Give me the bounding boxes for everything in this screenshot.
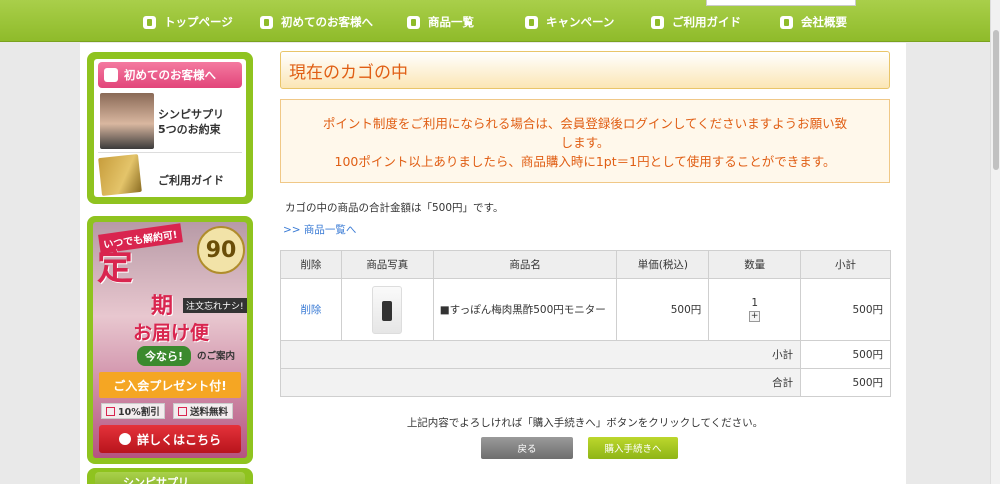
guide-link[interactable]: ご利用ガイド (158, 172, 224, 188)
leaf-icon (104, 68, 118, 82)
product-photo-cell (340, 278, 434, 341)
plus-icon[interactable]: + (749, 311, 761, 322)
points-notice: ポイント制度をご利用になられる場合は、会員登録後ログインしてくださいますようお願… (280, 99, 890, 183)
nav-item-first-visit[interactable]: 初めてのお客様へ (260, 13, 373, 31)
sidebar-bottom-box: シンピサプリ (87, 468, 253, 484)
list-icon (407, 15, 420, 29)
nav-label: 会社概要 (801, 15, 847, 29)
unit-price: 500円 (616, 278, 710, 341)
otodoke-text: お届け便 (133, 322, 210, 344)
notice-line: ポイント制度をご利用になられる場合は、会員登録後ログインしてくださいますようお願… (322, 116, 848, 131)
promise-link[interactable]: シンピサプリ 5つのお約束 (158, 107, 224, 137)
checkout-button[interactable]: 購入手続きへ (588, 437, 678, 459)
subtotal-row: 小計 500円 (279, 340, 891, 369)
product-thumbnail[interactable] (372, 285, 403, 334)
back-to-list-link[interactable]: >> 商品一覧へ (283, 222, 356, 237)
header-qty: 数量 (708, 250, 802, 279)
banner-big-title-2: 期 (151, 294, 174, 319)
cart-total-message: カゴの中の商品の合計金額は「500円」です。 (285, 202, 504, 214)
first-visit-banner[interactable]: 初めてのお客様へ (98, 62, 242, 88)
details-label: 詳しくはこちら (136, 432, 221, 447)
present-label: ご入会プレゼント付! (99, 372, 241, 398)
vertical-scrollbar[interactable] (990, 0, 1000, 484)
staff-photo (100, 93, 154, 149)
check-icon (106, 406, 115, 416)
bottom-banner-label: シンピサプリ (123, 476, 189, 484)
nav-label: 商品一覧 (428, 15, 474, 29)
subscription-banner[interactable]: いつでも解約可! 90 定 期 注文忘れナシ! お届け便 今なら! のご案内 ご… (93, 222, 247, 458)
subscription-banner-box: いつでも解約可! 90 定 期 注文忘れナシ! お届け便 今なら! のご案内 ご… (87, 216, 253, 464)
header-subtotal: 小計 (800, 250, 891, 279)
nav-item-top-page[interactable]: トップページ (143, 13, 233, 31)
subtotal-value: 500円 (800, 340, 891, 369)
notice-line: します。 (560, 135, 610, 150)
scrollbar-thumb[interactable] (993, 30, 999, 170)
promise-line2: 5つのお約束 (158, 123, 221, 136)
no-forget-tag: 注文忘れナシ! (183, 298, 247, 313)
banner-big-title: 定 (97, 247, 134, 288)
guide-icon (651, 15, 664, 29)
building-icon (780, 15, 793, 29)
subtotal-label: 小計 (279, 340, 802, 369)
perk-label: 送料無料 (190, 407, 229, 418)
nav-item-products[interactable]: 商品一覧 (407, 13, 474, 31)
annai-text: のご案内 (197, 351, 236, 362)
leaf-icon (260, 15, 273, 29)
product-name: ■すっぽん梅肉黒酢500円モニター (432, 278, 618, 341)
nav-label: ご利用ガイド (672, 15, 741, 29)
imanara-tag: 今なら! (137, 346, 192, 366)
nav-label: トップページ (164, 15, 233, 29)
details-button[interactable]: 詳しくはこちら (99, 425, 241, 453)
nav-label: 初めてのお客様へ (281, 15, 373, 29)
table-row: 削除 ■すっぽん梅肉黒酢500円モニター 500円 1 + 500円 (280, 278, 891, 341)
total-value: 500円 (800, 368, 891, 397)
first-visit-label: 初めてのお客様へ (124, 68, 216, 82)
total-row: 合計 500円 (279, 368, 891, 397)
perk-label: 10%割引 (118, 407, 160, 418)
delete-link[interactable]: 削除 (280, 278, 342, 341)
cart-table: 削除 商品写真 商品名 単価(税込) 数量 小計 削除 ■すっぽん梅肉黒酢500… (279, 250, 891, 397)
star-icon (525, 15, 538, 29)
rate-badge: 90 (197, 226, 245, 274)
divider (98, 152, 242, 153)
check-icon (178, 406, 187, 416)
quantity-value: 1 (751, 297, 759, 309)
quantity-cell: 1 + (708, 278, 802, 341)
header-photo: 商品写真 (340, 250, 434, 279)
nav-item-guide[interactable]: ご利用ガイド (651, 13, 741, 31)
header-price: 単価(税込) (616, 250, 710, 279)
perk-free-shipping: 送料無料 (173, 403, 234, 419)
promise-line1: シンピサプリ (158, 108, 224, 121)
total-label: 合計 (279, 368, 802, 397)
nav-item-campaign[interactable]: キャンペーン (525, 13, 614, 31)
back-button[interactable]: 戻る (481, 437, 573, 459)
row-subtotal: 500円 (800, 278, 891, 341)
nav-label: キャンペーン (546, 15, 615, 29)
home-icon (143, 15, 156, 29)
confirm-message: 上記内容でよろしければ「購入手続きへ」ボタンをクリックしてください。 (406, 417, 764, 429)
top-navigation: トップページ 初めてのお客様へ 商品一覧 キャンペーン ご利用ガイド 会社概要 (0, 0, 990, 42)
arrow-right-icon (118, 433, 131, 445)
page-title: 現在のカゴの中 (280, 51, 890, 89)
header-delete: 削除 (280, 250, 342, 279)
header-name: 商品名 (432, 250, 618, 279)
rate-value: 90 (205, 237, 237, 263)
perk-discount: 10%割引 (101, 403, 165, 419)
notice-line: 100ポイント以上ありましたら、商品購入時に1pt＝1円として使用することができ… (334, 154, 836, 169)
sidebar-info-box: 初めてのお客様へ シンピサプリ 5つのお約束 ご利用ガイド (87, 52, 253, 204)
nav-item-company[interactable]: 会社概要 (780, 13, 847, 31)
guidebook-image (98, 154, 142, 196)
table-header-row: 削除 商品写真 商品名 単価(税込) 数量 小計 (280, 250, 891, 279)
bottom-banner[interactable]: シンピサプリ (95, 472, 245, 484)
dropdown-panel (706, 0, 856, 6)
